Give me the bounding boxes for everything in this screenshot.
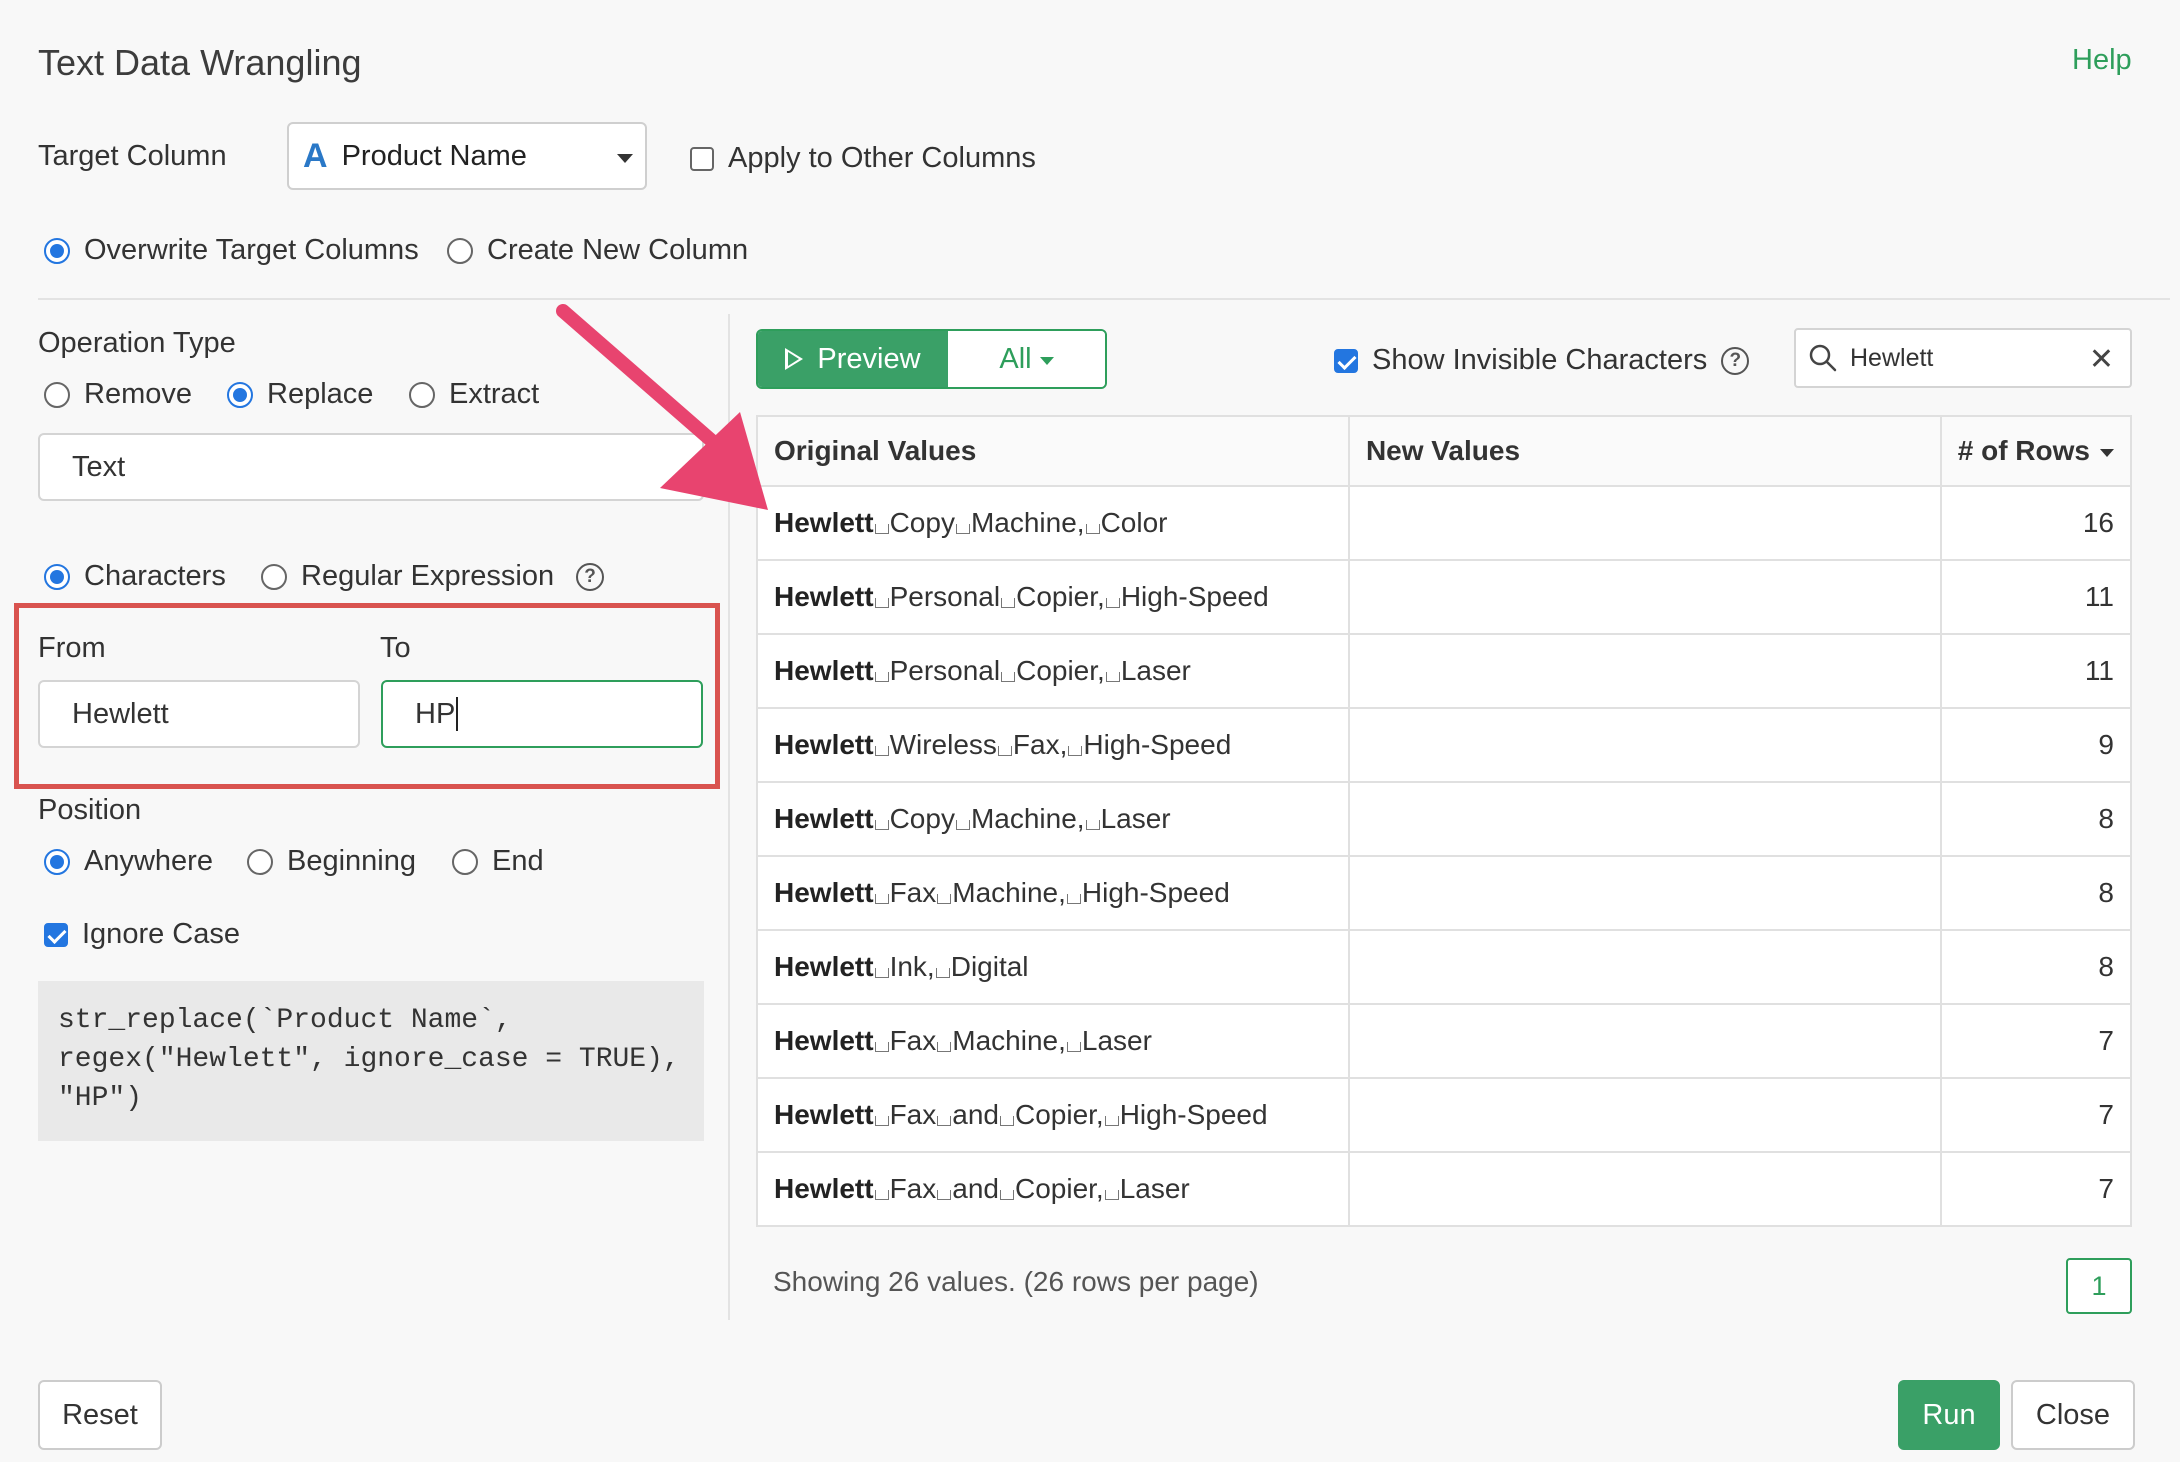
annotation-arrow	[556, 304, 768, 510]
